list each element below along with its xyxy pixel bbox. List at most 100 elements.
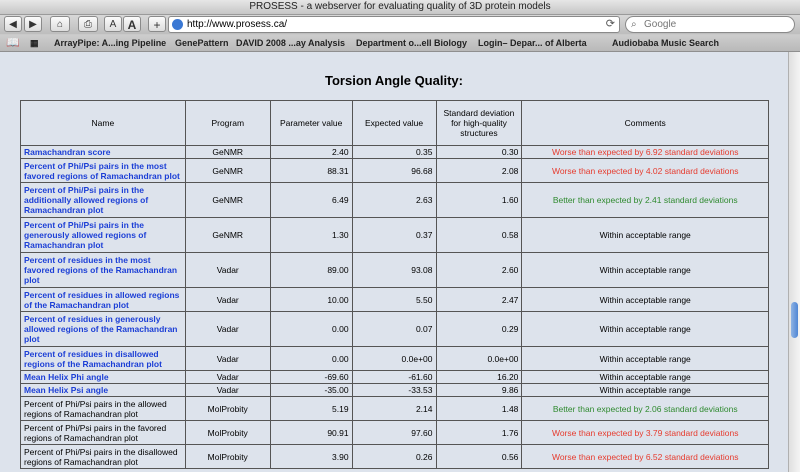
table-row: Percent of residues in disallowed region… <box>20 346 769 371</box>
bookmark-item[interactable]: GenePattern <box>175 35 229 51</box>
bookmark-item[interactable]: Department o...ell Biology <box>356 35 467 51</box>
row-name-cell: Mean Helix Phi angle <box>20 370 186 384</box>
row-name-link[interactable]: Mean Helix Psi angle <box>24 385 108 395</box>
row-name-link[interactable]: Percent of Phi/Psi pairs in the most fav… <box>24 161 180 181</box>
row-program-cell: GeNMR <box>184 182 271 218</box>
row-expected-cell: 2.14 <box>351 396 437 421</box>
row-name-link[interactable]: Percent of Phi/Psi pairs in the generous… <box>24 220 146 250</box>
bookmarks-book-icon[interactable]: 📖 <box>6 35 20 51</box>
search-icon: ⌕ <box>631 19 637 30</box>
row-sd-cell: 0.58 <box>435 217 523 253</box>
row-expected-cell: 96.68 <box>351 158 437 183</box>
row-param-cell: 0.00 <box>269 311 353 347</box>
row-name-cell: Mean Helix Psi angle <box>20 383 186 397</box>
row-name-cell: Percent of residues in generously allowe… <box>20 311 186 347</box>
forward-button[interactable]: ▶ <box>24 16 42 32</box>
reload-icon[interactable]: ⟳ <box>606 17 615 32</box>
row-name-cell: Percent of Phi/Psi pairs in the generous… <box>20 217 186 253</box>
row-sd-cell: 0.30 <box>435 145 523 159</box>
row-name-link[interactable]: Percent of Phi/Psi pairs in the addition… <box>24 185 148 215</box>
row-comment-cell: Within acceptable range <box>521 217 769 253</box>
row-program-cell: Vadar <box>184 383 271 397</box>
row-name-link[interactable]: Percent of residues in the most favored … <box>24 255 177 285</box>
row-expected-cell: 0.37 <box>351 217 437 253</box>
column-header: Comments <box>521 100 769 146</box>
row-name-link[interactable]: Ramachandran score <box>24 147 110 157</box>
row-comment-cell: Worse than expected by 3.79 standard dev… <box>521 420 769 445</box>
table-row: Percent of Phi/Psi pairs in the allowed … <box>20 396 769 421</box>
row-sd-cell: 0.29 <box>435 311 523 347</box>
row-expected-cell: 0.26 <box>351 444 437 469</box>
text-larger-button[interactable]: A <box>123 16 141 32</box>
row-name-cell: Percent of Phi/Psi pairs in the most fav… <box>20 158 186 183</box>
row-name-cell: Percent of residues in the most favored … <box>20 252 186 288</box>
bookmark-item[interactable]: DAVID 2008 ...ay Analysis <box>236 35 345 51</box>
column-header: Expected value <box>351 100 437 146</box>
table-header-row: Name Program Parameter value Expected va… <box>20 100 769 146</box>
row-sd-cell: 2.47 <box>435 287 523 312</box>
column-header: Parameter value <box>269 100 353 146</box>
row-comment-cell: Worse than expected by 6.52 standard dev… <box>521 444 769 469</box>
plus-icon: + <box>153 18 161 32</box>
table-row: Percent of Phi/Psi pairs in the most fav… <box>20 158 769 183</box>
row-sd-cell: 0.56 <box>435 444 523 469</box>
row-name-cell: Percent of residues in disallowed region… <box>20 346 186 371</box>
row-name-cell: Percent of residues in allowed regions o… <box>20 287 186 312</box>
row-comment-cell: Within acceptable range <box>521 370 769 384</box>
search-box[interactable]: ⌕ <box>625 16 795 33</box>
home-icon: ⌂ <box>56 19 64 30</box>
printer-icon: ⎙ <box>84 19 92 30</box>
row-sd-cell: 16.20 <box>435 370 523 384</box>
row-param-cell: 6.49 <box>269 182 353 218</box>
row-expected-cell: 0.0e+00 <box>351 346 437 371</box>
print-button[interactable]: ⎙ <box>78 16 98 32</box>
table-row: Percent of residues in allowed regions o… <box>20 287 769 312</box>
table-row: Percent of Phi/Psi pairs in the generous… <box>20 217 769 253</box>
bookmark-item[interactable]: Audiobaba Music Search <box>612 35 719 51</box>
forward-arrow-icon: ▶ <box>29 19 37 30</box>
table-row: Mean Helix Psi angle Vadar -35.00 -33.53 9.8… <box>20 383 769 397</box>
row-expected-cell: 2.63 <box>351 182 437 218</box>
row-program-cell: MolProbity <box>184 420 271 445</box>
search-input[interactable] <box>644 17 784 32</box>
row-name-link[interactable]: Percent of residues in disallowed region… <box>24 349 162 369</box>
bookmarks-bar: 📖 ▦ ArrayPipe: A...ing Pipeline GenePatt… <box>0 35 800 52</box>
row-comment-cell: Within acceptable range <box>521 287 769 312</box>
bookmark-item[interactable]: Login– Depar... of Alberta <box>478 35 587 51</box>
row-name-cell: Ramachandran score <box>20 145 186 159</box>
vertical-scrollbar[interactable] <box>788 52 800 472</box>
row-expected-cell: -33.53 <box>351 383 437 397</box>
row-name-link[interactable]: Percent of residues in allowed regions o… <box>24 290 179 310</box>
bookmark-item[interactable]: ArrayPipe: A...ing Pipeline <box>54 35 166 51</box>
table-row: Percent of residues in generously allowe… <box>20 311 769 347</box>
row-param-cell: 5.19 <box>269 396 353 421</box>
globe-icon <box>172 19 183 30</box>
address-bar[interactable]: ⟳ <box>168 16 620 33</box>
page-content: Torsion Angle Quality: Name Program Para… <box>0 52 788 472</box>
scrollbar-thumb[interactable] <box>791 302 798 338</box>
row-program-cell: GeNMR <box>184 145 271 159</box>
home-button[interactable]: ⌂ <box>50 16 70 32</box>
table-row: Mean Helix Phi angle Vadar -69.60 -61.60 16.… <box>20 370 769 384</box>
row-name-link[interactable]: Mean Helix Phi angle <box>24 372 109 382</box>
url-input[interactable] <box>187 17 587 32</box>
row-sd-cell: 1.60 <box>435 182 523 218</box>
text-smaller-button[interactable]: A <box>104 16 122 32</box>
row-sd-cell: 9.86 <box>435 383 523 397</box>
top-sites-grid-icon[interactable]: ▦ <box>30 35 39 51</box>
text-small-icon: A <box>109 19 117 30</box>
row-program-cell: GeNMR <box>184 217 271 253</box>
row-name-cell: Percent of Phi/Psi pairs in the disallow… <box>20 444 186 469</box>
row-param-cell: 89.00 <box>269 252 353 288</box>
row-comment-cell: Better than expected by 2.41 standard de… <box>521 182 769 218</box>
row-sd-cell: 1.76 <box>435 420 523 445</box>
page-heading: Torsion Angle Quality: <box>325 73 463 88</box>
row-param-cell: 2.40 <box>269 145 353 159</box>
add-bookmark-button[interactable]: + <box>148 16 166 32</box>
row-program-cell: Vadar <box>184 370 271 384</box>
back-arrow-icon: ◀ <box>9 19 17 30</box>
row-param-cell: 3.90 <box>269 444 353 469</box>
row-name-link[interactable]: Percent of residues in generously allowe… <box>24 314 178 344</box>
back-button[interactable]: ◀ <box>4 16 22 32</box>
row-comment-cell: Worse than expected by 6.92 standard dev… <box>521 145 769 159</box>
